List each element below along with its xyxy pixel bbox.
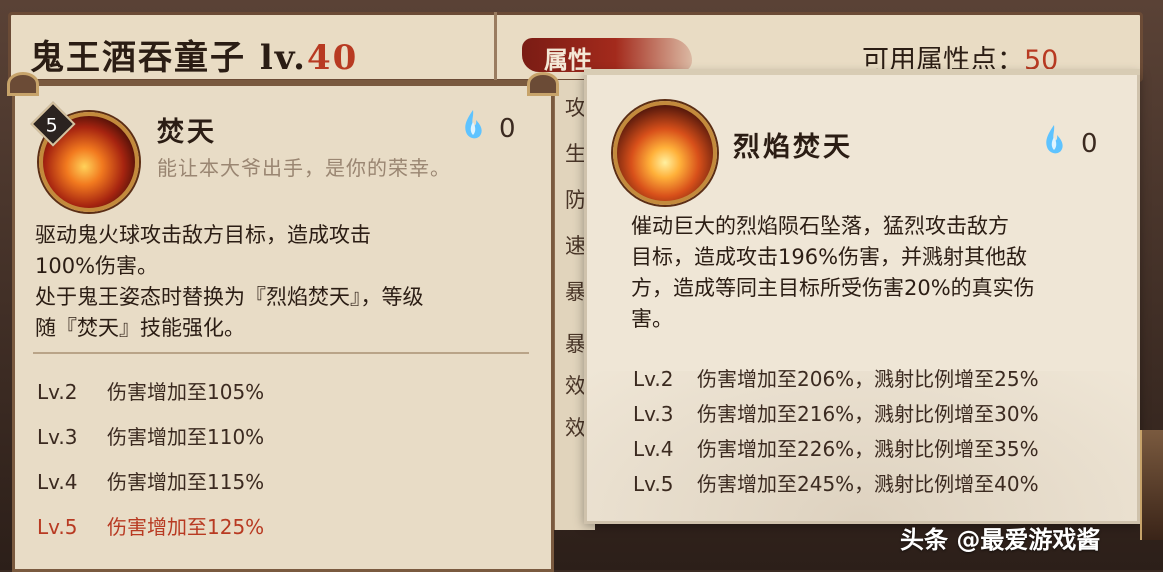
attribute-label[interactable]: 攻 bbox=[565, 92, 586, 122]
header-divider bbox=[494, 12, 497, 82]
attribute-label[interactable]: 暴 bbox=[565, 328, 586, 358]
transform-skill-popup: 烈焰焚天 0 催动巨大的烈焰陨石坠落，猛烈攻击敌方 目标，造成攻击196%伤害，… bbox=[584, 69, 1140, 524]
attribute-label[interactable]: 防 bbox=[565, 184, 586, 214]
skill-level-row: Lv.3 伤害增加至110% bbox=[37, 425, 265, 449]
skill-level-row-current: Lv.5 伤害增加至125% bbox=[37, 515, 265, 539]
popup-top-rod bbox=[584, 69, 1140, 75]
attribute-label[interactable]: 速 bbox=[565, 230, 586, 260]
skill-level-row: Lv.4 伤害增加至115% bbox=[37, 470, 265, 494]
section-divider bbox=[33, 352, 529, 354]
panel-corner-ornament bbox=[7, 72, 39, 96]
hero-title: 鬼王酒吞童子 lv.40 bbox=[30, 30, 358, 79]
side-ornament bbox=[1140, 430, 1163, 540]
attribute-label[interactable]: 效 bbox=[565, 370, 586, 400]
level-prefix: lv. bbox=[246, 38, 307, 78]
blue-flame-icon bbox=[465, 110, 482, 139]
skill-level-row: Lv.2 伤害增加至206%，溅射比例增至25% bbox=[633, 367, 1039, 391]
skill-name: 烈焰焚天 bbox=[733, 132, 853, 163]
skill-level-row: Lv.3 伤害增加至216%，溅射比例增至30% bbox=[633, 402, 1039, 426]
panel-corner-ornament bbox=[527, 72, 559, 96]
skill-cost: 0 bbox=[499, 114, 516, 144]
hero-name: 鬼王酒吞童子 bbox=[30, 38, 246, 78]
attribute-label[interactable]: 效 bbox=[565, 412, 586, 442]
hero-level: 40 bbox=[306, 38, 359, 78]
attribute-label[interactable]: 生 bbox=[565, 138, 586, 168]
skill-name: 焚天 bbox=[157, 117, 217, 148]
skill-quote: 能让本大爷出手，是你的荣幸。 bbox=[157, 156, 451, 180]
watermark-credit: 头条 @最爱游戏酱 bbox=[900, 526, 1101, 554]
blue-flame-icon bbox=[1046, 125, 1063, 154]
skill-cost: 0 bbox=[1081, 129, 1098, 159]
skill-description: 催动巨大的烈焰陨石坠落，猛烈攻击敌方 目标，造成攻击196%伤害，并溅射其他敌 … bbox=[631, 214, 1035, 331]
skill-level-row: Lv.2 伤害增加至105% bbox=[37, 380, 265, 404]
skill-detail-panel: 5 焚天 能让本大爷出手，是你的荣幸。 0 驱动鬼火球攻击敌方目标，造成攻击 1… bbox=[7, 72, 559, 572]
skill-description: 驱动鬼火球攻击敌方目标，造成攻击 100%伤害。 处于鬼王姿态时替换为『烈焰焚天… bbox=[35, 223, 424, 340]
skill-level-row: Lv.5 伤害增加至245%，溅射比例增至40% bbox=[633, 472, 1039, 496]
meteor-fire-skill-icon bbox=[613, 101, 717, 205]
skill-level-row: Lv.4 伤害增加至226%，溅射比例增至35% bbox=[633, 437, 1039, 461]
attribute-label[interactable]: 暴 bbox=[565, 276, 586, 306]
